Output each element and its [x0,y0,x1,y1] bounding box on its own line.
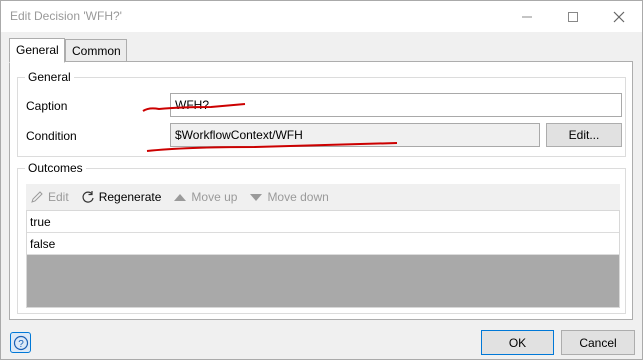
ok-label: OK [508,335,527,350]
outcomes-group-title: Outcomes [25,161,86,175]
regenerate-button[interactable]: Regenerate [81,190,162,204]
condition-label: Condition [26,129,77,143]
condition-edit-label: Edit... [568,128,600,142]
tab-common-label: Common [72,44,121,58]
annotation-underline [146,142,398,152]
regenerate-label: Regenerate [98,190,162,204]
ok-button[interactable]: OK [481,330,554,355]
tab-common[interactable]: Common [65,39,127,62]
list-item[interactable]: true [27,211,619,233]
edit-decision-dialog: Edit Decision 'WFH?' General Common Gene… [0,0,643,360]
close-icon [613,11,625,22]
cancel-button[interactable]: Cancel [561,330,635,355]
outcomes-toolbar: Edit Regenerate Move up Move down [26,184,620,210]
outcome-label: false [30,237,56,251]
triangle-down-icon [249,190,263,204]
dialog-footer: ? OK Cancel [1,324,642,359]
maximize-button[interactable] [550,1,596,32]
maximize-icon [568,11,578,22]
help-button[interactable]: ? [10,332,31,353]
window-title: Edit Decision 'WFH?' [10,9,122,23]
move-up-button[interactable]: Move up [173,190,237,204]
tab-general[interactable]: General [9,38,65,63]
minimize-button[interactable] [504,1,550,32]
pencil-icon [30,190,44,204]
minimize-icon [522,16,532,17]
title-bar: Edit Decision 'WFH?' [1,1,642,32]
tab-general-label: General [16,43,59,57]
triangle-up-icon [173,190,187,204]
outcome-label: true [30,215,51,229]
list-item[interactable]: false [27,233,619,255]
condition-edit-button[interactable]: Edit... [546,123,622,147]
tab-panel-general: General Caption WFH? Condition $Workflow… [9,61,633,320]
edit-outcome-button[interactable]: Edit [30,190,69,204]
cancel-label: Cancel [579,335,617,350]
move-down-label: Move down [267,190,329,204]
refresh-icon [81,190,95,204]
outcomes-list[interactable]: true false [26,210,620,308]
annotation-underline [142,103,246,112]
svg-text:?: ? [18,339,24,350]
help-icon: ? [13,335,28,350]
caption-label: Caption [26,99,68,113]
close-button[interactable] [596,1,642,32]
outcomes-group: Outcomes Edit Regenerate Move up Move do… [17,161,626,314]
move-up-label: Move up [191,190,238,204]
edit-outcome-label: Edit [48,190,69,204]
move-down-button[interactable]: Move down [249,190,329,204]
general-group-title: General [25,70,74,84]
